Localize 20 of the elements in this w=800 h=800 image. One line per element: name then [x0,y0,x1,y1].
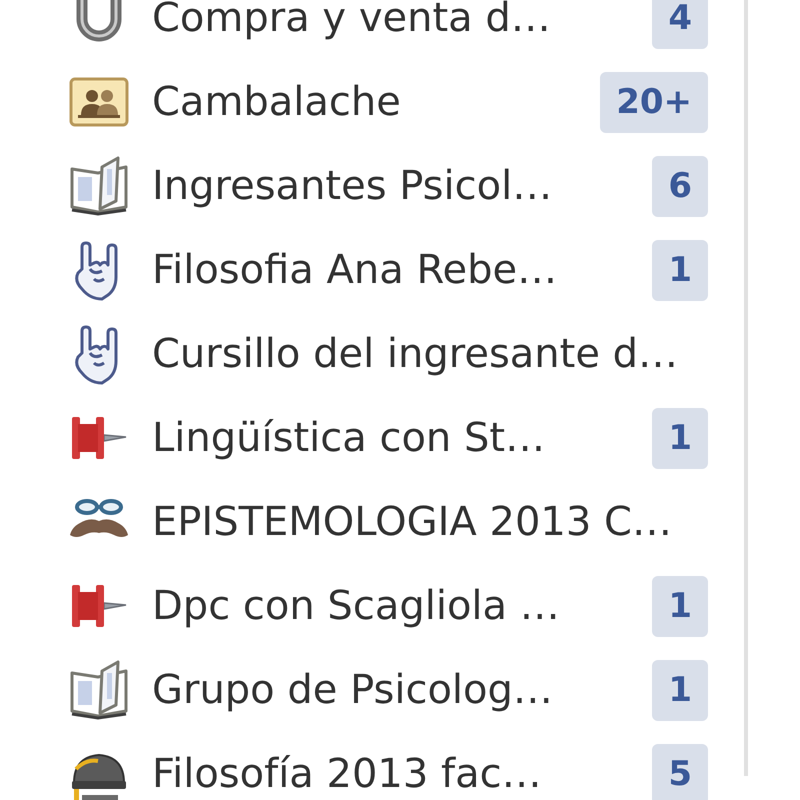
group-name-link[interactable]: Filosofia Ana Rebe… [152,247,558,293]
count-badge: 1 [652,408,708,468]
group-name-link[interactable]: Cambalache [152,79,401,125]
count-badge: 1 [652,576,708,636]
count-badge: 1 [652,660,708,720]
group-name-link[interactable]: Grupo de Psicolog… [152,667,553,713]
count-badge: 1 [652,240,708,300]
group-name-link[interactable]: Filosofía 2013 fac… [152,751,542,797]
count-badge: 20+ [600,72,708,132]
open-book-icon [68,659,130,721]
count-badge: 4 [652,0,708,48]
group-name-link[interactable]: EPISTEMOLOGIA 2013 C… [152,499,672,545]
group-name-link[interactable]: Lingüística con St… [152,415,546,461]
count-badge: 6 [652,156,708,216]
group-name-link[interactable]: Cursillo del ingresante d… [152,331,678,377]
count-badge: 5 [652,744,708,800]
group-name-link[interactable]: Compra y venta d… [152,0,551,41]
open-book-icon [68,155,130,217]
group-name-link[interactable]: Dpc con Scagliola … [152,583,560,629]
group-name-link[interactable]: Ingresantes Psicol… [152,163,552,209]
